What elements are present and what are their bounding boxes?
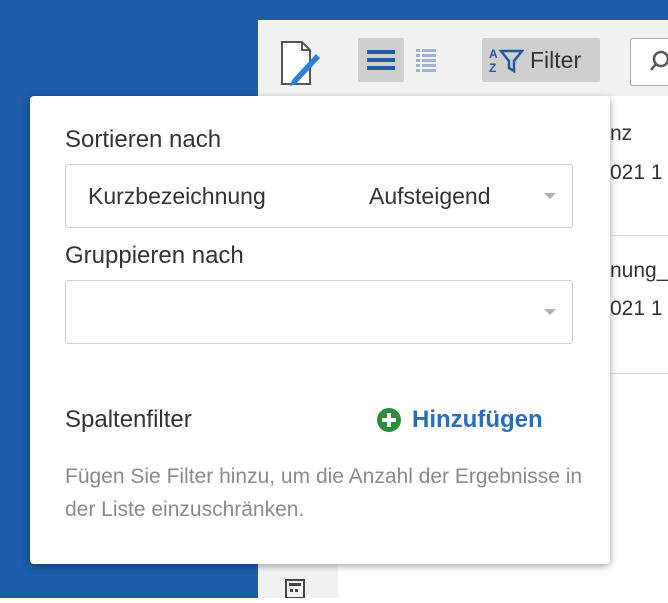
add-filter-button[interactable]: Hinzufügen [376, 406, 543, 434]
edit-icon[interactable] [278, 38, 322, 90]
column-filter-label: Spaltenfilter [65, 406, 192, 433]
filter-hint-text: Fügen Sie Filter hinzu, um die Anzahl de… [65, 465, 583, 521]
sort-direction-value: Aufsteigend [369, 183, 491, 209]
group-label: Gruppieren nach [65, 242, 244, 269]
sort-field-value: Kurzbezeichnung [88, 183, 266, 209]
list-row-divider [610, 373, 668, 374]
chevron-down-icon [544, 309, 556, 315]
filter-icon: A Z [489, 47, 524, 75]
svg-text:Z: Z [489, 61, 496, 75]
list-row-1-date: 021 1 [610, 161, 663, 184]
add-filter-label: Hinzufügen [412, 406, 543, 433]
list-row-2-title: nung_ [610, 259, 668, 282]
filter-button[interactable]: A Z Filter [482, 38, 600, 82]
compact-list-icon [416, 49, 436, 72]
list-row-divider [610, 235, 668, 236]
list-view-button[interactable] [358, 38, 404, 82]
sort-filter-popover: Sortieren nach Kurzbezeichnung Aufsteige… [30, 96, 610, 564]
chevron-down-icon [544, 193, 556, 199]
group-select[interactable] [65, 280, 573, 344]
list-view-icon [367, 50, 395, 70]
search-icon [650, 50, 668, 71]
sort-select[interactable]: Kurzbezeichnung Aufsteigend [65, 164, 573, 228]
search-input[interactable] [630, 38, 668, 86]
calculator-icon[interactable] [284, 578, 306, 599]
sort-label: Sortieren nach [65, 126, 222, 153]
svg-text:A: A [489, 47, 498, 61]
list-row-1-title: nz [610, 122, 633, 145]
plus-circle-icon [377, 408, 401, 432]
list-row-2-date: 021 1 [610, 297, 663, 320]
filter-button-label: Filter [530, 46, 582, 73]
compact-list-button[interactable] [408, 38, 448, 82]
